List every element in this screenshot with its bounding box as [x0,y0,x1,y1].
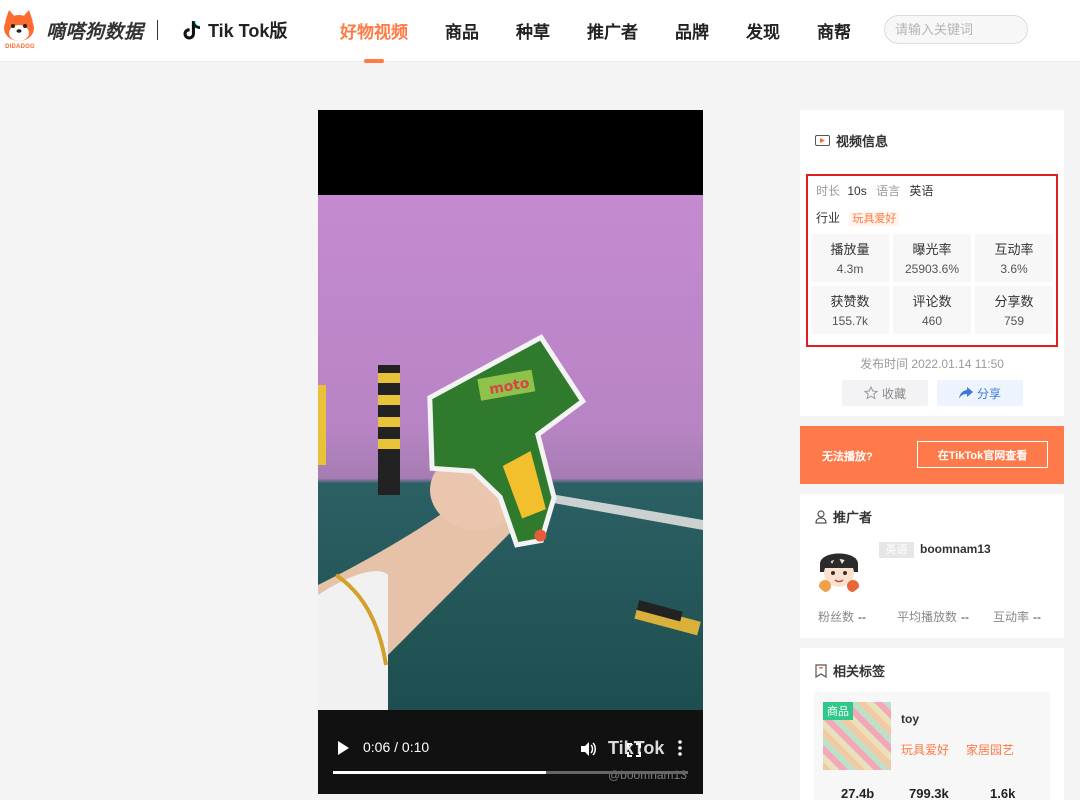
promoter-header: 推广者 [815,507,872,526]
stat-label: 评论数 [912,294,952,309]
stat-comments: 评论数 460 [893,286,971,334]
unplayable-banner: 无法播放? 在TikTok官网查看 [800,426,1064,484]
bookmark-icon [815,663,827,678]
avg-plays-stat: 平均播放数 -- [897,608,969,625]
stat-plays: 播放量 4.3m [811,234,889,282]
video-metrics-highlight: 时长 10s 语言 英语 行业 玩具爱好 播放量 4.3m 曝光率 25903.… [806,174,1058,347]
stat-value: 759 [1003,314,1025,328]
nav-promoters[interactable]: 推广者 [587,18,638,43]
promoter-card: 推广者 英语 boomnam13 粉丝数 -- 平均播放数 -- 互动率 -- [800,494,1064,638]
promoter-name[interactable]: boomnam13 [920,542,991,556]
promoter-language-badge: 英语 [879,542,914,558]
industry-tag[interactable]: 玩具爱好 [849,212,900,226]
search-input[interactable] [884,15,1028,44]
view-on-tiktok-button[interactable]: 在TikTok官网查看 [917,441,1048,468]
unplayable-text: 无法播放? [822,451,873,463]
tag-thumbnail: 商品 [823,702,891,770]
tiktok-version-label: Tik Tok版 [208,21,288,41]
followers-label: 粉丝数 [818,610,855,624]
stat-label: 互动率 [994,242,1034,257]
duration-value: 10s [847,184,867,198]
industry-label: 行业 [816,211,841,225]
stat-value: 155.7k [831,314,869,328]
dog-logo-icon: DIDADOG [2,8,36,52]
related-tags-title: 相关标签 [833,664,886,679]
promoter-avatar[interactable] [812,542,866,596]
more-icon[interactable] [678,740,682,761]
tag-category-home[interactable]: 家居园艺 [966,741,1014,758]
share-icon [958,387,973,399]
video-progress-bar[interactable] [333,771,688,774]
promoter-title: 推广者 [833,510,873,525]
stat-value: 4.3m [836,262,864,276]
video-time: 0:06 / 0:10 [363,739,430,755]
stat-value: 3.6% [1000,262,1028,276]
share-button[interactable]: 分享 [937,380,1023,406]
stat-label: 分享数 [994,294,1034,309]
avg-plays-label: 平均播放数 [897,610,958,624]
header-divider [157,20,158,40]
language-value: 英语 [909,184,934,198]
promoter-engagement-stat: 互动率 -- [993,608,1041,625]
related-tags-card: 相关标签 商品 toy 玩具爱好 家居园艺 27.4b 799.3k 1.6k [800,648,1064,800]
nav-business-help[interactable]: 商帮 [817,18,851,43]
tiktok-version-switch[interactable]: Tik Tok版 [183,17,287,43]
publish-time: 发布时间 2022.01.14 11:50 [860,357,1004,371]
nav-brands[interactable]: 品牌 [675,18,709,43]
video-frame: moto [318,195,703,710]
stat-label: 获赞数 [830,294,870,309]
user-icon [815,509,827,524]
tag-stat-value: 799.3k [909,786,949,800]
tag-category-toys[interactable]: 玩具爱好 [901,741,949,758]
fullscreen-icon[interactable] [627,743,641,762]
stat-engagement-rate: 互动率 3.6% [975,234,1053,282]
related-tags-header: 相关标签 [815,661,885,680]
duration-language-row: 时长 10s 语言 英语 [816,182,933,199]
brand-name: 嘀嗒狗数据 [46,21,144,43]
product-badge: 商品 [823,702,853,720]
tag-stat-value: 1.6k [990,786,1016,800]
volume-icon[interactable] [580,741,596,762]
nav-discover[interactable]: 发现 [746,18,780,43]
avg-plays-value: -- [961,610,970,624]
nav-products[interactable]: 商品 [445,18,479,43]
brand-logo[interactable]: DIDADOG 嘀嗒狗数据 [2,8,144,52]
video-progress-fill [333,771,546,774]
duration-label: 时长 [816,184,841,198]
video-icon [815,135,830,146]
top-header: DIDADOG 嘀嗒狗数据 Tik Tok版 好物视频 商品 种草 推广者 品牌… [0,0,1080,63]
tiktok-icon [183,20,201,40]
promoter-engagement-label: 互动率 [993,610,1030,624]
video-player[interactable]: moto 0:06 / 0:10 TikTok @boomnam13 [318,110,703,794]
video-info-header: 视频信息 [815,131,888,150]
followers-value: -- [858,610,867,624]
language-label: 语言 [876,184,901,198]
industry-row: 行业 玩具爱好 [816,209,900,226]
tag-stat-value: 27.4b [841,786,875,800]
nav-active-indicator [364,59,384,63]
stat-label: 播放量 [830,242,870,257]
nav-seeding[interactable]: 种草 [516,18,550,43]
stat-exposure-rate: 曝光率 25903.6% [893,234,971,282]
stat-value: 460 [921,314,943,328]
stat-label: 曝光率 [912,242,952,257]
play-icon[interactable] [338,741,349,755]
brand-sub-text: DIDADOG [5,44,35,50]
nav-good-videos[interactable]: 好物视频 [340,18,408,43]
stat-likes: 获赞数 155.7k [811,286,889,334]
promoter-engagement-value: -- [1033,610,1042,624]
star-icon [863,386,878,400]
share-label: 分享 [976,386,1001,401]
stat-shares: 分享数 759 [975,286,1053,334]
video-info-card: 视频信息 时长 10s 语言 英语 行业 玩具爱好 播放量 4.3m 曝光率 2… [800,110,1064,416]
favorite-label: 收藏 [881,386,906,401]
followers-stat: 粉丝数 -- [818,608,866,625]
tag-item[interactable]: 商品 toy 玩具爱好 家居园艺 27.4b 799.3k 1.6k [814,692,1050,800]
video-info-title: 视频信息 [836,134,889,149]
stats-grid: 播放量 4.3m 曝光率 25903.6% 互动率 3.6% 获赞数 155.7… [811,234,1053,334]
tag-name: toy [901,712,919,726]
favorite-button[interactable]: 收藏 [842,380,928,406]
stat-value: 25903.6% [904,262,960,276]
